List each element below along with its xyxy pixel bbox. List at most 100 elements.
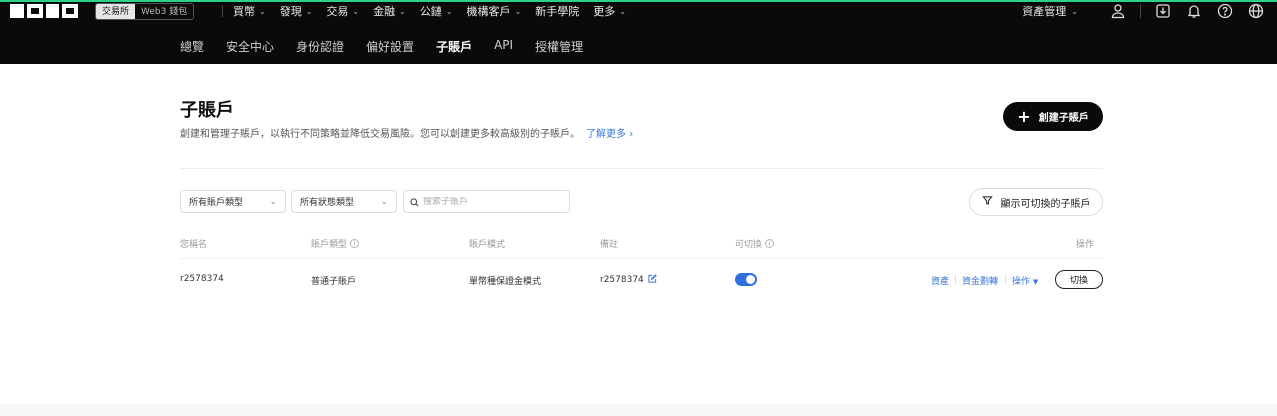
column-header-label: 可切換	[735, 240, 763, 250]
subnav-authorization[interactable]: 授權管理	[535, 38, 583, 55]
nav-label: 交易	[326, 5, 349, 18]
chevron-down-icon: ⌄	[380, 196, 388, 207]
learn-more-label: 了解更多	[586, 129, 626, 140]
nav-label: 發現	[279, 5, 302, 18]
nav-discover[interactable]: 發現 ⌄	[280, 3, 313, 19]
column-header-type: 賬戶類型 i	[311, 237, 360, 250]
caret-down-icon: ▼	[1032, 278, 1039, 286]
section-divider	[180, 168, 1103, 169]
chevron-down-icon: ⌄	[259, 6, 266, 16]
create-sub-account-button[interactable]: + 創建子賬戶	[1003, 102, 1103, 131]
cell-name: r2578374	[180, 274, 224, 284]
mode-exchange[interactable]: 交易所	[96, 4, 136, 19]
learn-more-link[interactable]: 了解更多 ›	[586, 129, 633, 140]
chevron-down-icon: ⌄	[399, 6, 406, 16]
okx-logo[interactable]	[10, 4, 78, 20]
info-icon[interactable]: i	[350, 239, 360, 248]
edit-icon[interactable]	[648, 274, 657, 286]
chevron-down-icon: ⌄	[514, 6, 522, 16]
nav-institutional[interactable]: 機構客戶 ⌄	[467, 3, 522, 19]
asset-management-label: 資產管理	[1022, 5, 1067, 18]
info-icon[interactable]: i	[765, 239, 775, 248]
nav-label: 買幣	[233, 5, 255, 18]
nav-learn[interactable]: 新手學院	[535, 3, 579, 19]
chevron-right-icon: ›	[629, 129, 634, 140]
nav-label: 機構客戶	[466, 5, 511, 18]
search-input[interactable]	[423, 196, 563, 207]
mode-switcher: 交易所 Web3 錢包	[95, 3, 195, 20]
nav-label: 新手學院	[535, 5, 580, 18]
switch-account-button[interactable]: 切換	[1055, 270, 1103, 289]
chevron-down-icon: ⌄	[352, 6, 360, 16]
page-bottom-band	[0, 404, 1277, 416]
column-header-label: 備註	[600, 240, 619, 250]
nav-divider	[1140, 4, 1141, 18]
nav-divider	[222, 5, 223, 17]
action-divider	[1005, 275, 1006, 284]
column-header-label: 操作	[1076, 240, 1095, 250]
chevron-down-icon: ⌄	[445, 6, 453, 16]
page-title: 子賬戶	[180, 100, 234, 121]
description-text: 創建和管理子賬戶，以執行不同策略並降低交易風險。您可以創建更多較高級別的子賬戶。	[180, 129, 580, 140]
create-sub-account-label: 創建子賬戶	[1038, 113, 1089, 124]
nav-more[interactable]: 更多 ⌄	[593, 3, 626, 19]
subnav-overview[interactable]: 總覽	[180, 38, 204, 55]
subnav-identity-verification[interactable]: 身份認證	[296, 38, 344, 55]
cell-type: 普通子賬戶	[311, 274, 356, 287]
show-switchable-button[interactable]: 顯示可切換的子賬戶	[969, 188, 1103, 216]
status-type-value: 所有狀態類型	[300, 198, 355, 208]
more-actions-label: 操作	[1012, 277, 1031, 287]
subnav-security-center[interactable]: 安全中心	[226, 38, 274, 55]
top-bar: 交易所 Web3 錢包 買幣 ⌄ 發現 ⌄ 交易 ⌄ 金融 ⌄ 公鏈 ⌄ 機構客戶 ⌄ 新手…	[0, 0, 1277, 64]
subnav-sub-accounts[interactable]: 子賬戶	[436, 38, 472, 55]
mode-web3-wallet[interactable]: Web3 錢包	[135, 4, 193, 19]
search-icon	[410, 192, 419, 211]
assets-link[interactable]: 資產	[931, 274, 949, 287]
help-icon[interactable]	[1216, 2, 1234, 20]
column-header-label: 賬戶模式	[469, 240, 506, 250]
account-subnav: 總覽 安全中心 身份認證 偏好設置 子賬戶 API 授權管理	[180, 38, 583, 55]
nav-label: 更多	[593, 5, 616, 18]
nav-label: 公鏈	[419, 5, 442, 18]
nav-finance[interactable]: 金融 ⌄	[373, 3, 406, 19]
sub-account-note: r2578374	[600, 275, 644, 285]
sub-account-name: r2578374	[180, 274, 224, 284]
show-switchable-label: 顯示可切換的子賬戶	[1000, 198, 1091, 210]
account-type-value: 所有賬戶類型	[189, 198, 244, 208]
table-header-divider	[180, 258, 1103, 259]
fund-transfer-link[interactable]: 資金劃轉	[962, 274, 998, 287]
bell-icon[interactable]	[1185, 2, 1203, 20]
toggle-knob	[746, 275, 755, 284]
nav-buy-crypto[interactable]: 買幣 ⌄	[233, 3, 266, 19]
plus-icon: +	[1017, 106, 1031, 126]
cell-mode: 單幣種保證金模式	[469, 274, 541, 287]
globe-icon[interactable]	[1247, 2, 1265, 20]
column-header-note: 備註	[600, 237, 618, 250]
cell-note: r2578374	[600, 274, 657, 286]
nav-trade[interactable]: 交易 ⌄	[326, 3, 359, 19]
chevron-down-icon: ⌄	[619, 6, 626, 16]
status-type-select[interactable]: 所有狀態類型 ⌄	[291, 190, 397, 213]
column-header-label: 賬戶類型	[311, 240, 348, 250]
sub-account-mode: 單幣種保證金模式	[469, 277, 542, 287]
filter-icon	[981, 195, 993, 209]
column-header-actions: 操作	[1076, 237, 1094, 250]
page-description: 創建和管理子賬戶，以執行不同策略並降低交易風險。您可以創建更多較高級別的子賬戶。…	[180, 125, 633, 140]
column-header-name: 您稱名	[180, 237, 207, 250]
account-type-select[interactable]: 所有賬戶類型 ⌄	[180, 190, 286, 213]
subnav-api[interactable]: API	[494, 38, 513, 55]
nav-label: 金融	[373, 5, 396, 18]
user-icon[interactable]	[1109, 2, 1127, 20]
column-header-switchable: 可切換 i	[735, 237, 775, 250]
nav-public-chain[interactable]: 公鏈 ⌄	[420, 3, 453, 19]
action-divider	[955, 275, 956, 284]
column-header-mode: 賬戶模式	[469, 237, 505, 250]
switch-account-label: 切換	[1069, 276, 1088, 286]
sub-account-search[interactable]	[403, 190, 570, 213]
main-nav: 買幣 ⌄ 發現 ⌄ 交易 ⌄ 金融 ⌄ 公鏈 ⌄ 機構客戶 ⌄ 新手學院 更多 ⌄	[222, 3, 640, 19]
subnav-preferences[interactable]: 偏好設置	[366, 38, 414, 55]
asset-management-menu[interactable]: 資產管理 ⌄	[1022, 3, 1078, 19]
more-actions-menu[interactable]: 操作 ▼	[1012, 274, 1038, 287]
download-icon[interactable]	[1154, 2, 1172, 20]
switchable-toggle[interactable]	[735, 273, 757, 286]
